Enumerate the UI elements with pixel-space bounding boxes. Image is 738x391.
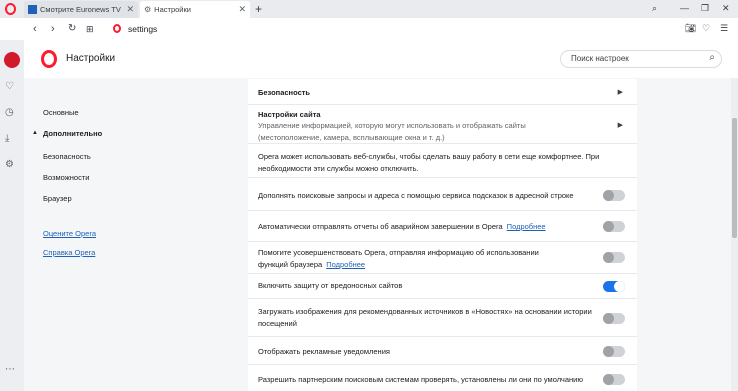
downloads-icon[interactable]: ⤓ bbox=[5, 133, 9, 145]
nav-features[interactable]: Возможности bbox=[43, 173, 89, 182]
search-icon[interactable]: ⌕ bbox=[709, 52, 715, 63]
search-placeholder: Поиск настроек bbox=[571, 54, 629, 63]
tab-label: Настройки bbox=[154, 5, 191, 14]
setting-label: Загружать изображения для рекомендованны… bbox=[258, 307, 592, 328]
setting-label: Автоматически отправлять отчеты об авари… bbox=[258, 221, 588, 233]
expand-triangle-icon: ▲ bbox=[32, 130, 38, 136]
toggle-knob bbox=[603, 313, 614, 324]
sidebar: ♡ ◷ ⤓ ⚙ ⋯ bbox=[0, 40, 24, 391]
setting-row: Загружать изображения для рекомендованны… bbox=[248, 299, 637, 337]
nav-security[interactable]: Безопасность bbox=[43, 152, 91, 161]
opera-logo-icon bbox=[41, 50, 57, 68]
settings-gear-icon[interactable]: ⚙ bbox=[5, 159, 14, 171]
nav-basic[interactable]: Основные bbox=[43, 108, 79, 117]
search-settings-input[interactable]: Поиск настроек ⌕ bbox=[560, 50, 722, 68]
minimize-icon[interactable]: — bbox=[680, 2, 689, 14]
setting-toggle[interactable] bbox=[603, 281, 625, 292]
forward-icon[interactable]: › bbox=[51, 21, 55, 37]
more-link[interactable]: Подробнее bbox=[326, 260, 365, 269]
tab-settings[interactable]: ⚙ Настройки ✕ bbox=[140, 1, 250, 18]
setting-row: Отображать рекламные уведомления bbox=[248, 337, 637, 365]
setting-toggle[interactable] bbox=[603, 190, 625, 201]
rate-opera-link[interactable]: Оцените Opera bbox=[43, 229, 96, 238]
setting-toggle[interactable] bbox=[603, 252, 625, 263]
close-tab-icon[interactable]: ✕ bbox=[238, 4, 246, 15]
setting-label-text: Помогите усовершенствовать Opera, отправ… bbox=[258, 248, 539, 269]
gear-icon: ⚙ bbox=[144, 5, 152, 14]
setting-label: Помогите усовершенствовать Opera, отправ… bbox=[258, 247, 558, 271]
toggle-knob bbox=[603, 346, 614, 357]
chevron-right-icon: ▶ bbox=[617, 122, 623, 129]
address-bar: ‹ › ↻ ⊞ settings 📷︎ ♡ ☰ bbox=[0, 18, 738, 40]
toggle-knob bbox=[603, 190, 614, 201]
site-settings-row[interactable]: Настройки сайта Управление информацией, … bbox=[248, 105, 637, 144]
restore-icon[interactable]: ❐ bbox=[701, 2, 709, 14]
setting-toggle[interactable] bbox=[603, 221, 625, 232]
tab-search-icon[interactable]: ⌕ bbox=[652, 2, 657, 14]
setting-row: Автоматически отправлять отчеты об авари… bbox=[248, 211, 637, 242]
heart-icon[interactable]: ♡ bbox=[702, 22, 710, 35]
tab-strip: Смотрите Euronews TV Live ✕ ⚙ Настройки … bbox=[0, 0, 738, 18]
section-heading: Безопасность bbox=[258, 88, 311, 97]
more-icon[interactable]: ⋯ bbox=[5, 364, 15, 376]
history-clock-icon[interactable]: ◷ bbox=[5, 107, 14, 119]
setting-toggle[interactable] bbox=[603, 374, 625, 385]
tab-euronews[interactable]: Смотрите Euronews TV Live ✕ bbox=[24, 1, 138, 18]
opera-page-icon bbox=[113, 24, 121, 33]
address-input[interactable]: settings bbox=[128, 24, 157, 34]
nav-advanced[interactable]: Дополнительно bbox=[43, 129, 102, 138]
new-tab-plus-icon[interactable]: + bbox=[255, 1, 262, 17]
setting-row: Помогите усовершенствовать Opera, отправ… bbox=[248, 242, 637, 274]
nav-browser[interactable]: Браузер bbox=[43, 194, 72, 203]
settings-nav: Основные ▲ Дополнительно Безопасность Во… bbox=[24, 78, 154, 391]
chevron-right-icon: ▶ bbox=[617, 89, 623, 96]
toggle-knob bbox=[603, 221, 614, 232]
setting-toggle[interactable] bbox=[603, 313, 625, 324]
close-window-icon[interactable]: ✕ bbox=[722, 2, 730, 14]
setting-row: Разрешить партнерским поисковым системам… bbox=[248, 365, 637, 391]
page-title: Настройки bbox=[66, 53, 116, 64]
speed-dial-grid-icon[interactable]: ⊞ bbox=[86, 21, 94, 37]
toggle-knob bbox=[603, 252, 614, 263]
euronews-favicon-icon bbox=[28, 5, 37, 14]
site-settings-title: Настройки сайта bbox=[258, 110, 321, 119]
reload-icon[interactable]: ↻ bbox=[68, 21, 76, 37]
setting-label: Дополнять поисковые запросы и адреса с п… bbox=[258, 191, 574, 200]
toggle-knob bbox=[614, 281, 625, 292]
setting-row: Включить защиту от вредоносных сайтов bbox=[248, 274, 637, 299]
setting-label: Отображать рекламные уведомления bbox=[258, 347, 390, 356]
setting-row: Дополнять поисковые запросы и адреса с п… bbox=[248, 178, 637, 211]
avatar[interactable] bbox=[4, 52, 20, 68]
scrollbar-thumb[interactable] bbox=[732, 118, 737, 238]
settings-card: Безопасность ▶ Настройки сайта Управлени… bbox=[248, 79, 637, 391]
camera-icon[interactable]: 📷︎ bbox=[685, 22, 696, 35]
site-settings-desc: Управление информацией, которую могут ис… bbox=[258, 121, 526, 142]
setting-label-text: Автоматически отправлять отчеты об авари… bbox=[258, 222, 503, 231]
setting-label: Разрешить партнерским поисковым системам… bbox=[258, 375, 583, 384]
more-link[interactable]: Подробнее bbox=[507, 222, 546, 231]
settings-header: Настройки Поиск настроек ⌕ bbox=[24, 40, 738, 78]
toggle-knob bbox=[603, 374, 614, 385]
setting-label: Включить защиту от вредоносных сайтов bbox=[258, 281, 403, 290]
setting-toggle[interactable] bbox=[603, 346, 625, 357]
heart-icon[interactable]: ♡ bbox=[5, 81, 14, 93]
page-scrollbar[interactable] bbox=[731, 78, 738, 391]
opera-help-link[interactable]: Справка Opera bbox=[43, 248, 95, 257]
services-note: Opera может использовать веб-службы, что… bbox=[258, 152, 600, 173]
back-icon[interactable]: ‹ bbox=[33, 21, 37, 37]
easy-setup-icon[interactable]: ☰ bbox=[720, 22, 728, 35]
security-section-row[interactable]: Безопасность ▶ bbox=[248, 79, 637, 105]
tab-label: Смотрите Euronews TV Live bbox=[40, 5, 123, 14]
services-note-row: Opera может использовать веб-службы, что… bbox=[248, 144, 637, 178]
opera-menu-icon[interactable] bbox=[5, 3, 16, 15]
close-tab-icon[interactable]: ✕ bbox=[126, 4, 134, 15]
